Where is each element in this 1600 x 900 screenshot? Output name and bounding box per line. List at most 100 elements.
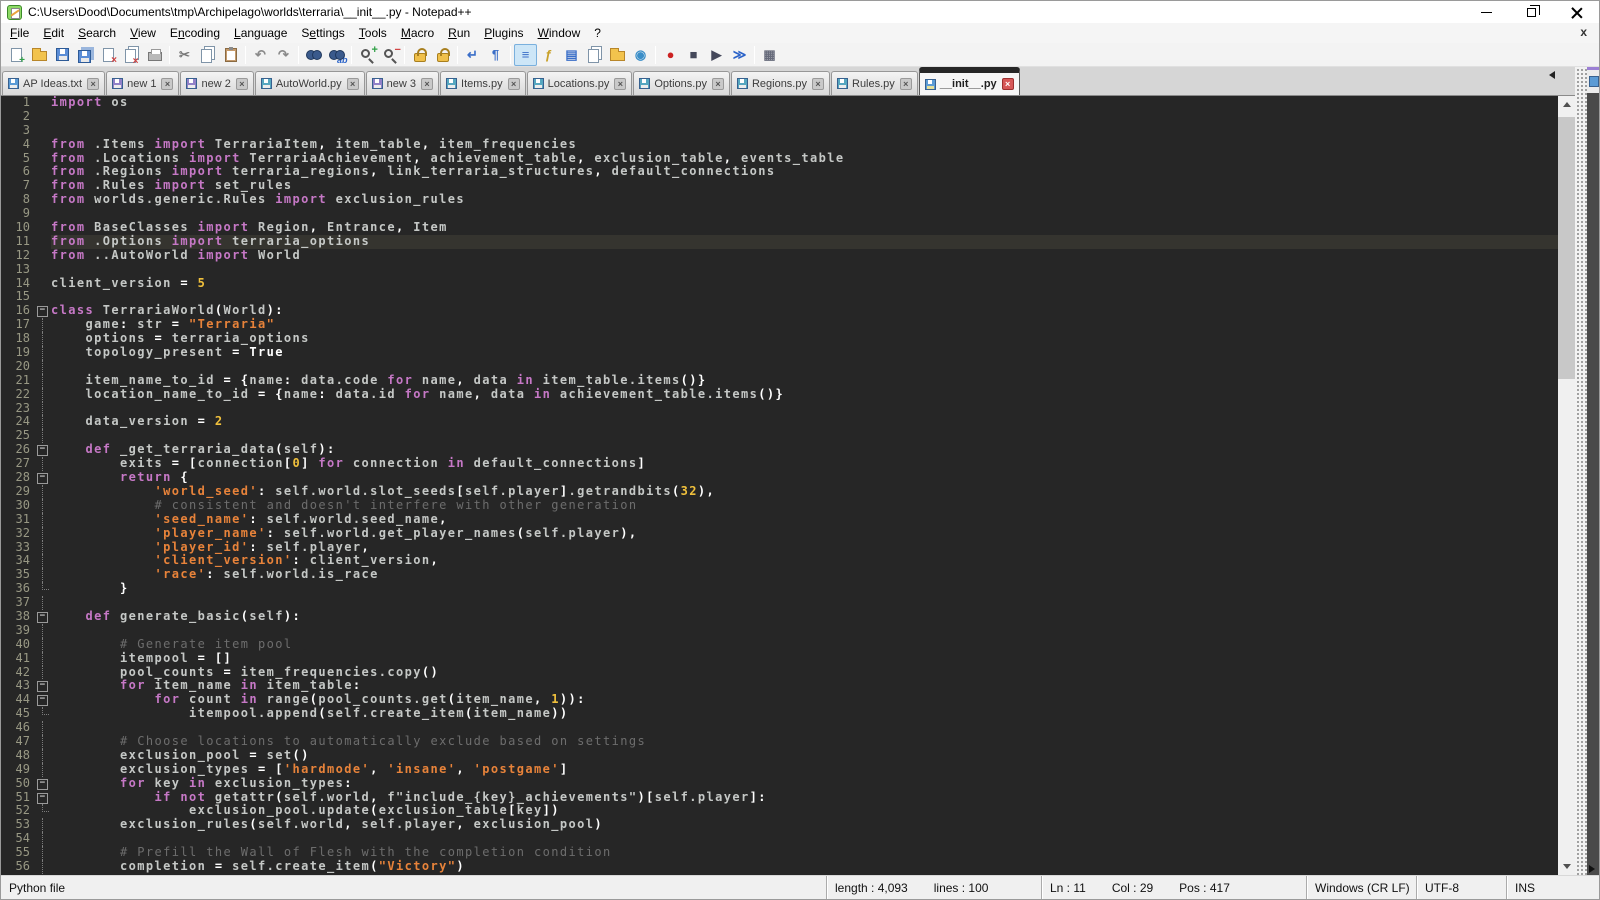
document-list-icon[interactable] (583, 44, 606, 66)
code-text[interactable]: if not getattr(self.world, f"include_{ke… (51, 791, 1558, 805)
code-text[interactable]: completion = self.create_item("Victory") (51, 860, 1558, 874)
view-splitter-handle[interactable] (1575, 67, 1587, 875)
tab-new-1[interactable]: new 1× (106, 71, 179, 95)
fold-collapse-icon[interactable] (35, 777, 51, 791)
tab-close-icon[interactable]: × (712, 78, 724, 90)
tab-close-icon[interactable]: × (900, 78, 912, 90)
menu-file[interactable]: File (3, 24, 36, 42)
code-text[interactable]: data_version = 2 (51, 415, 1558, 429)
tab-ap-ideas-txt[interactable]: AP Ideas.txt× (2, 71, 105, 95)
save-icon[interactable] (51, 44, 74, 66)
scroll-up-button[interactable] (1558, 96, 1575, 113)
code-text[interactable]: pool_counts = item_frequencies.copy() (51, 666, 1558, 680)
code-text[interactable]: itempool = [] (51, 652, 1558, 666)
scrollbar-track[interactable] (1558, 113, 1575, 858)
menu-encoding[interactable]: Encoding (163, 24, 227, 42)
save-recorded-macro-icon[interactable]: ▦ (758, 44, 781, 66)
tab-regions-py[interactable]: Regions.py× (731, 71, 830, 95)
code-text[interactable]: # Generate item pool (51, 638, 1558, 652)
code-text[interactable] (51, 124, 1558, 138)
tab-options-py[interactable]: Options.py× (633, 71, 730, 95)
monitor-icon[interactable]: ◉ (629, 44, 652, 66)
code-text[interactable]: 'seed_name': self.world.seed_name, (51, 513, 1558, 527)
word-wrap-icon[interactable]: ↵ (461, 44, 484, 66)
redo-icon[interactable]: ↷ (272, 44, 295, 66)
code-text[interactable]: from ..AutoWorld import World (51, 249, 1558, 263)
fold-collapse-icon[interactable] (35, 610, 51, 624)
close-document-x-button[interactable]: x (1576, 25, 1591, 39)
tab-close-icon[interactable]: × (812, 78, 824, 90)
code-text[interactable]: exclusion_rules(self.world, self.player,… (51, 818, 1558, 832)
close-icon[interactable] (97, 44, 120, 66)
restore-button[interactable] (1509, 1, 1554, 23)
code-text[interactable]: exits = [connection[0] for connection in… (51, 457, 1558, 471)
menu-settings[interactable]: Settings (294, 24, 351, 42)
sync-horizontal-scrolling-icon[interactable] (431, 44, 454, 66)
save-all-icon[interactable] (74, 44, 97, 66)
menu-view[interactable]: View (123, 24, 163, 42)
open-file-icon[interactable] (28, 44, 51, 66)
function-list-icon[interactable]: ƒ (537, 44, 560, 66)
tab-close-icon[interactable]: × (161, 78, 173, 90)
tab-close-icon[interactable]: × (614, 78, 626, 90)
code-text[interactable]: class TerrariaWorld(World): (51, 304, 1558, 318)
fold-collapse-icon[interactable] (35, 471, 51, 485)
status-encoding[interactable]: UTF-8 (1416, 876, 1506, 899)
zoom-out-icon[interactable] (378, 44, 401, 66)
tab-new-3[interactable]: new 3× (366, 71, 439, 95)
menu-window[interactable]: Window (531, 24, 588, 42)
code-text[interactable]: exclusion_pool.update(exclusion_table[ke… (51, 804, 1558, 818)
tab-close-icon[interactable]: × (1002, 78, 1014, 90)
run-macro-multiple-times-icon[interactable]: ≫ (728, 44, 751, 66)
menu-language[interactable]: Language (227, 24, 294, 42)
code-text[interactable]: # consistent and doesn't interfere with … (51, 499, 1558, 513)
code-text[interactable] (51, 207, 1558, 221)
status-insert-mode[interactable]: INS (1506, 876, 1599, 899)
scroll-right-icon[interactable] (1589, 865, 1595, 873)
code-text[interactable]: location_name_to_id = {name: data.id for… (51, 388, 1558, 402)
code-text[interactable]: options = terraria_options (51, 332, 1558, 346)
code-text[interactable] (51, 624, 1558, 638)
menu-edit[interactable]: Edit (36, 24, 71, 42)
code-text[interactable]: from .Regions import terraria_regions, l… (51, 165, 1558, 179)
copy-icon[interactable] (196, 44, 219, 66)
code-text[interactable] (51, 110, 1558, 124)
code-text[interactable]: 'world_seed': self.world.slot_seeds[self… (51, 485, 1558, 499)
menu-search[interactable]: Search (71, 24, 123, 42)
document-map-icon[interactable]: ▤ (560, 44, 583, 66)
code-text[interactable]: return { (51, 471, 1558, 485)
code-text[interactable]: itempool.append(self.create_item(item_na… (51, 707, 1558, 721)
code-text[interactable]: from .Items import TerrariaItem, item_ta… (51, 138, 1558, 152)
code-text[interactable]: for key in exclusion_types: (51, 777, 1558, 791)
code-text[interactable]: for item_name in item_table: (51, 679, 1558, 693)
code-text[interactable]: import os (51, 96, 1558, 110)
code-text[interactable] (51, 832, 1558, 846)
status-eol-format[interactable]: Windows (CR LF) (1306, 876, 1416, 899)
folder-as-workspace-icon[interactable] (606, 44, 629, 66)
tab-close-icon[interactable]: × (87, 78, 99, 90)
code-text[interactable]: from .Options import terraria_options (51, 235, 1558, 249)
tab-close-icon[interactable]: × (347, 78, 359, 90)
code-text[interactable] (51, 596, 1558, 610)
fold-collapse-icon[interactable] (35, 304, 51, 318)
fold-collapse-icon[interactable] (35, 791, 51, 805)
code-text[interactable]: from BaseClasses import Region, Entrance… (51, 221, 1558, 235)
menu-tools[interactable]: Tools (352, 24, 394, 42)
code-text[interactable]: topology_present = True (51, 346, 1558, 360)
code-text[interactable]: exclusion_types = ['hardmode', 'insane',… (51, 763, 1558, 777)
code-text[interactable]: game: str = "Terraria" (51, 318, 1558, 332)
tab-close-icon[interactable]: × (421, 78, 433, 90)
code-text[interactable]: for count in range(pool_counts.get(item_… (51, 693, 1558, 707)
tab-new-2[interactable]: new 2× (180, 71, 253, 95)
close-button[interactable] (1554, 1, 1599, 23)
code-text[interactable]: # Prefill the Wall of Flesh with the com… (51, 846, 1558, 860)
menu-run[interactable]: Run (441, 24, 477, 42)
print-icon[interactable] (143, 44, 166, 66)
stop-recording-icon[interactable]: ■ (682, 44, 705, 66)
replace-icon[interactable]: ab (325, 44, 348, 66)
tab-items-py[interactable]: Items.py× (440, 71, 526, 95)
tab-__init__-py[interactable]: __init__.py× (919, 67, 1020, 95)
code-text[interactable]: # Choose locations to automatically excl… (51, 735, 1558, 749)
partial-tab-fragment[interactable] (1587, 67, 1599, 93)
tab-rules-py[interactable]: Rules.py× (831, 71, 918, 95)
